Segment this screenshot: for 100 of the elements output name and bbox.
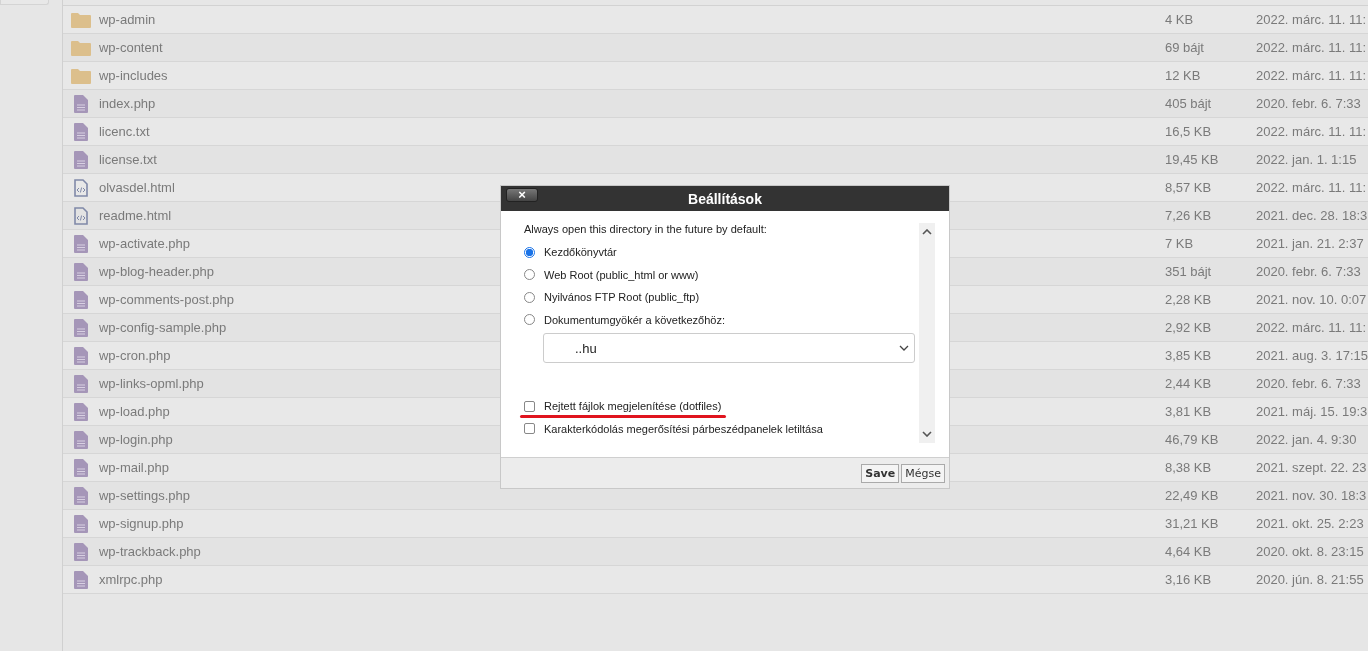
file-size: 4 KB xyxy=(1164,12,1195,27)
scroll-up-icon[interactable] xyxy=(922,229,932,235)
cancel-button[interactable]: Mégse xyxy=(901,463,945,483)
radio-label[interactable]: Web Root (public_html or www) xyxy=(544,268,699,281)
file-name[interactable]: wp-links-opml.php xyxy=(98,376,204,391)
file-date: 2020. febr. 6. 7:33 xyxy=(1255,376,1362,391)
file-size: 2,44 KB xyxy=(1164,376,1213,391)
file-size: 2,92 KB xyxy=(1164,320,1213,335)
checkbox-label[interactable]: Karakterkódolás megerősítési párbeszédpanelek letiltása xyxy=(544,422,823,435)
document-icon xyxy=(73,486,88,505)
folder-icon xyxy=(70,39,91,56)
document-icon xyxy=(73,150,88,169)
file-name[interactable]: wp-comments-post.php xyxy=(98,292,235,307)
chevron-down-icon xyxy=(899,345,909,351)
radio-button[interactable] xyxy=(524,291,535,303)
file-name[interactable]: wp-activate.php xyxy=(98,236,190,251)
code-file-icon xyxy=(73,206,88,225)
file-name[interactable]: licenc.txt xyxy=(98,124,150,139)
file-size: 3,16 KB xyxy=(1164,572,1213,587)
directory-dropdown[interactable]: ..hu xyxy=(543,333,915,363)
file-date: 2021. aug. 3. 17:15 xyxy=(1255,348,1368,363)
document-icon xyxy=(73,402,88,421)
file-size: 3,85 KB xyxy=(1164,348,1213,363)
file-date: 2021. okt. 25. 2:23 xyxy=(1255,516,1365,531)
document-icon xyxy=(73,318,88,337)
intro-text: Always open this directory in the future by default: xyxy=(524,223,768,235)
file-name[interactable]: wp-signup.php xyxy=(98,516,184,531)
file-date: 2022. márc. 11. 11: xyxy=(1255,40,1368,55)
save-button[interactable]: Save xyxy=(861,463,900,483)
scrollbar[interactable] xyxy=(919,223,935,443)
file-name[interactable]: olvasdel.html xyxy=(98,180,175,195)
file-size: 12 KB xyxy=(1164,68,1202,83)
scroll-down-icon[interactable] xyxy=(922,431,932,437)
file-size: 16,5 KB xyxy=(1164,124,1213,139)
document-icon xyxy=(73,234,88,253)
document-icon xyxy=(73,542,88,561)
file-name[interactable]: readme.html xyxy=(98,208,172,223)
file-date: 2020. febr. 6. 7:33 xyxy=(1255,96,1362,111)
file-size: 405 bájt xyxy=(1164,96,1213,111)
checkbox[interactable] xyxy=(524,423,535,435)
folder-icon xyxy=(70,67,91,84)
checkbox-label[interactable]: Rejtett fájlok megjelenítése (dotfiles) xyxy=(544,400,722,413)
document-icon xyxy=(73,262,88,281)
folder-icon xyxy=(70,11,91,28)
file-name[interactable]: wp-includes xyxy=(98,68,168,83)
file-name[interactable]: wp-mail.php xyxy=(98,460,170,475)
dialog-title: Beállítások xyxy=(688,190,762,207)
file-name[interactable]: index.php xyxy=(98,96,156,111)
file-size: 69 bájt xyxy=(1164,40,1205,55)
file-name[interactable]: wp-load.php xyxy=(98,404,170,419)
document-icon xyxy=(73,430,88,449)
file-date: 2022. márc. 11. 11: xyxy=(1255,68,1368,83)
file-name[interactable]: license.txt xyxy=(98,152,157,167)
file-name[interactable]: wp-login.php xyxy=(98,432,173,447)
file-name[interactable]: wp-admin xyxy=(98,12,156,27)
file-date: 2022. jan. 4. 9:30 xyxy=(1255,432,1358,447)
file-date: 2020. jún. 8. 21:55 xyxy=(1255,572,1365,587)
file-size: 7,26 KB xyxy=(1164,208,1213,223)
file-name[interactable]: wp-config-sample.php xyxy=(98,320,227,335)
file-size: 2,28 KB xyxy=(1164,292,1213,307)
document-icon xyxy=(73,346,88,365)
document-icon xyxy=(73,514,88,533)
radio-button[interactable] xyxy=(524,314,535,326)
file-size: 8,38 KB xyxy=(1164,460,1213,475)
file-size: 22,49 KB xyxy=(1164,488,1220,503)
file-size: 7 KB xyxy=(1164,236,1195,251)
file-date: 2021. nov. 30. 18:3 xyxy=(1255,488,1368,503)
code-file-icon xyxy=(73,178,88,197)
file-date: 2020. febr. 6. 7:33 xyxy=(1255,264,1362,279)
radio-button[interactable] xyxy=(524,246,535,258)
file-name[interactable]: wp-cron.php xyxy=(98,348,171,363)
file-date: 2021. máj. 15. 19:3 xyxy=(1255,404,1368,419)
file-date: 2021. szept. 22. 23 xyxy=(1255,460,1368,475)
file-date: 2021. jan. 21. 2:37 xyxy=(1255,236,1365,251)
file-date: 2022. jan. 1. 1:15 xyxy=(1255,152,1358,167)
file-name[interactable]: wp-settings.php xyxy=(98,488,190,503)
file-name[interactable]: wp-trackback.php xyxy=(98,544,201,559)
file-name[interactable]: xmlrpc.php xyxy=(98,572,163,587)
document-icon xyxy=(73,374,88,393)
file-size: 4,64 KB xyxy=(1164,544,1213,559)
radio-label[interactable]: Dokumentumgyökér a következőhöz: xyxy=(544,313,725,326)
file-size: 31,21 KB xyxy=(1164,516,1220,531)
document-icon xyxy=(73,290,88,309)
file-date: 2022. márc. 11. 11: xyxy=(1255,320,1368,335)
document-icon xyxy=(73,458,88,477)
file-date: 2022. márc. 11. 11: xyxy=(1255,180,1368,195)
checkbox[interactable] xyxy=(524,400,535,412)
file-size: 8,57 KB xyxy=(1164,180,1213,195)
file-name[interactable]: wp-content xyxy=(98,40,163,55)
document-icon xyxy=(73,570,88,589)
radio-label[interactable]: Kezdőkönyvtár xyxy=(544,246,617,259)
close-button[interactable]: × xyxy=(506,187,538,202)
document-icon xyxy=(73,122,88,141)
file-name[interactable]: wp-blog-header.php xyxy=(98,264,214,279)
file-date: 2021. dec. 28. 18:3 xyxy=(1255,208,1368,223)
document-icon xyxy=(73,94,88,113)
file-size: 19,45 KB xyxy=(1164,152,1220,167)
radio-button[interactable] xyxy=(524,269,535,281)
radio-label[interactable]: Nyilvános FTP Root (public_ftp) xyxy=(544,291,700,304)
file-size: 351 bájt xyxy=(1164,264,1213,279)
